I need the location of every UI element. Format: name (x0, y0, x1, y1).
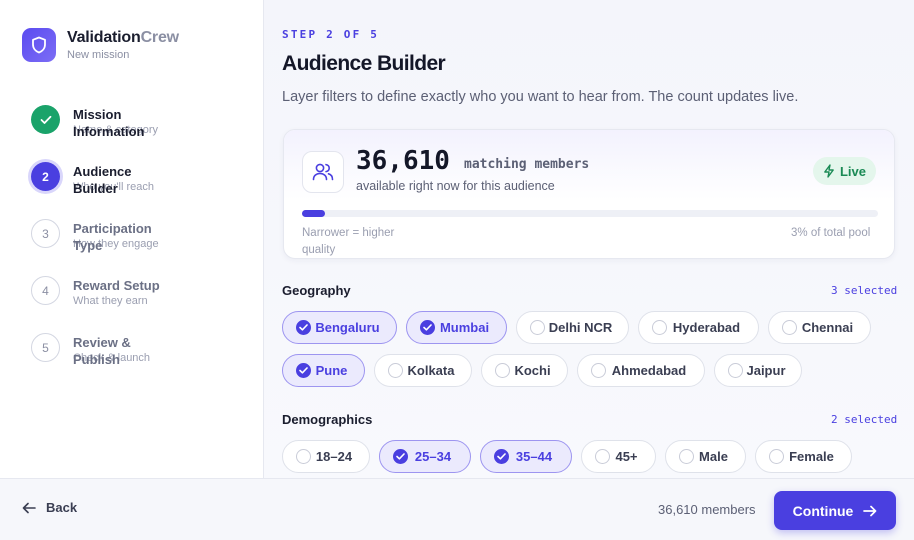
page-title: Audience Builder (282, 52, 446, 75)
footer-member-count: 36,610 members (658, 502, 756, 517)
checkbox-icon (388, 363, 403, 378)
step-title: Review & Publish (73, 335, 131, 367)
footer-bar: Back 36,610 members Continue (0, 478, 914, 540)
step-list: Name & category Mission Information 2 Wh… (31, 102, 241, 387)
chip-male[interactable]: Male (665, 440, 746, 473)
step-participation-type[interactable]: 3 How they engage Participation Type (31, 216, 241, 273)
page-description: Layer filters to define exactly who you … (282, 89, 799, 105)
chip-age-18-24[interactable]: 18–24 (282, 440, 370, 473)
chip-ahmedabad[interactable]: Ahmedabad (577, 354, 705, 387)
chip-kolkata[interactable]: Kolkata (374, 354, 472, 387)
checkbox-icon (530, 320, 545, 335)
geography-title: Geography (282, 283, 351, 298)
chip-pune[interactable]: Pune (282, 354, 365, 387)
step-title: Participation Type (73, 221, 152, 253)
checkbox-icon (296, 449, 311, 464)
users-icon (302, 151, 344, 193)
shield-icon (22, 28, 56, 62)
continue-button[interactable]: Continue (774, 491, 896, 530)
arrow-right-icon (863, 505, 877, 516)
sidebar: ValidationCrew New mission Name & catego… (0, 0, 264, 478)
progress-right-note: 3% of total pool (791, 227, 871, 239)
checkbox-icon (494, 449, 509, 464)
checkbox-icon (591, 363, 606, 378)
checkbox-icon (296, 363, 311, 378)
progress-left-note: Narrower = higher quality (302, 227, 395, 256)
member-count-subtitle: available right now for this audience (356, 179, 555, 193)
checkbox-icon (769, 449, 784, 464)
checkbox-icon (393, 449, 408, 464)
live-badge: Live (812, 157, 876, 185)
chip-hyderabad[interactable]: Hyderabad (638, 311, 759, 344)
audience-count-card: 36,610 matching members available right … (283, 129, 895, 259)
chip-delhi-ncr[interactable]: Delhi NCR (516, 311, 629, 344)
checkbox-icon (679, 449, 694, 464)
audience-progress-fill (302, 210, 326, 217)
checkbox-icon (595, 449, 610, 464)
step-number: 3 (31, 219, 60, 248)
step-mission-information[interactable]: Name & category Mission Information (31, 102, 241, 159)
chip-age-35-44[interactable]: 35–44 (480, 440, 572, 473)
step-title: Reward Setup (73, 278, 160, 293)
demographics-selected-count: 2 selected (831, 413, 898, 426)
step-subtitle: What they earn (73, 295, 148, 307)
step-title: Audience Builder (73, 164, 132, 196)
chip-kochi[interactable]: Kochi (481, 354, 568, 387)
chip-age-25-34[interactable]: 25–34 (379, 440, 471, 473)
checkbox-icon (296, 320, 311, 335)
step-reward-setup[interactable]: 4 What they earn Reward Setup (31, 273, 241, 330)
chip-chennai[interactable]: Chennai (768, 311, 871, 344)
step-review-publish[interactable]: 5 Check & launch Review & Publish (31, 330, 241, 387)
check-icon (31, 105, 60, 134)
back-label: Back (46, 500, 78, 515)
checkbox-icon (495, 363, 510, 378)
brand-subtitle: New mission (67, 49, 130, 61)
back-button[interactable]: Back (22, 500, 77, 515)
continue-label: Continue (792, 502, 854, 519)
main-content: STEP 2 OF 5 Audience Builder Layer filte… (264, 0, 914, 478)
arrow-left-icon (22, 502, 36, 513)
chip-bengaluru[interactable]: Bengaluru (282, 311, 397, 344)
brand-name: ValidationCrew (67, 29, 179, 46)
checkbox-icon (728, 363, 743, 378)
chip-age-45-plus[interactable]: 45+ (581, 440, 656, 473)
chip-mumbai[interactable]: Mumbai (406, 311, 507, 344)
live-label: Live (839, 163, 866, 179)
chip-female[interactable]: Female (755, 440, 852, 473)
geography-selected-count: 3 selected (831, 284, 898, 297)
chip-jaipur[interactable]: Jaipur (714, 354, 802, 387)
step-title: Mission Information (73, 107, 145, 139)
checkbox-icon (652, 320, 667, 335)
step-number: 2 (31, 162, 60, 191)
step-indicator: STEP 2 OF 5 (282, 28, 380, 41)
step-number: 5 (31, 333, 60, 362)
member-count-label: matching members (464, 157, 590, 172)
checkbox-icon (420, 320, 435, 335)
step-audience-builder[interactable]: 2 Who you'll reach Audience Builder (31, 159, 241, 216)
bolt-icon (824, 164, 834, 178)
audience-progress-bar (302, 210, 878, 217)
brand: ValidationCrew New mission (22, 28, 179, 62)
checkbox-icon (782, 320, 797, 335)
member-count: 36,610 (356, 146, 450, 176)
step-number: 4 (31, 276, 60, 305)
demographics-title: Demographics (282, 412, 373, 427)
